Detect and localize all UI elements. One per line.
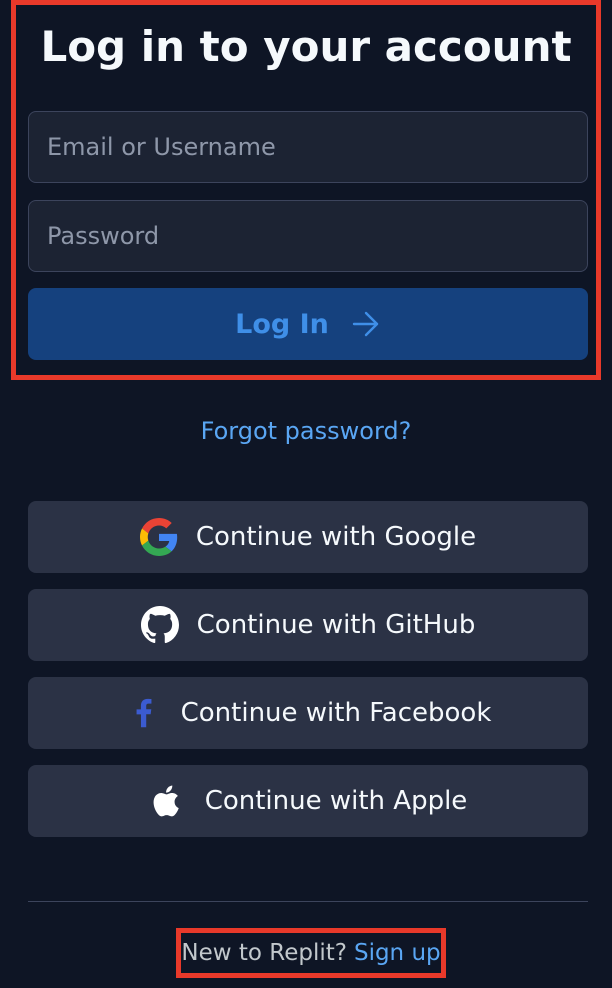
continue-with-github-button[interactable]: Continue with GitHub xyxy=(28,589,588,661)
google-button-label: Continue with Google xyxy=(195,522,477,552)
email-username-input[interactable] xyxy=(28,111,588,183)
page-title: Log in to your account xyxy=(40,22,572,71)
password-input[interactable] xyxy=(28,200,588,272)
continue-with-facebook-button[interactable]: Continue with Facebook xyxy=(28,677,588,749)
facebook-icon xyxy=(125,694,163,732)
github-icon xyxy=(140,606,179,644)
signup-prompt: New to Replit? Sign up xyxy=(176,933,446,973)
apple-button-label: Continue with Apple xyxy=(204,786,468,816)
divider xyxy=(28,901,588,902)
signup-prompt-text: New to Replit? xyxy=(181,940,347,966)
continue-with-apple-button[interactable]: Continue with Apple xyxy=(28,765,588,837)
arrow-right-icon xyxy=(352,311,379,337)
login-button[interactable]: Log In xyxy=(28,288,588,360)
login-button-label: Log In xyxy=(235,308,329,340)
continue-with-google-button[interactable]: Continue with Google xyxy=(28,501,588,573)
signup-link[interactable]: Sign up xyxy=(354,940,441,966)
forgot-password-link[interactable]: Forgot password? xyxy=(0,413,612,449)
github-button-label: Continue with GitHub xyxy=(196,610,476,640)
apple-icon xyxy=(149,782,187,820)
facebook-button-label: Continue with Facebook xyxy=(180,698,492,728)
google-icon xyxy=(139,518,178,556)
